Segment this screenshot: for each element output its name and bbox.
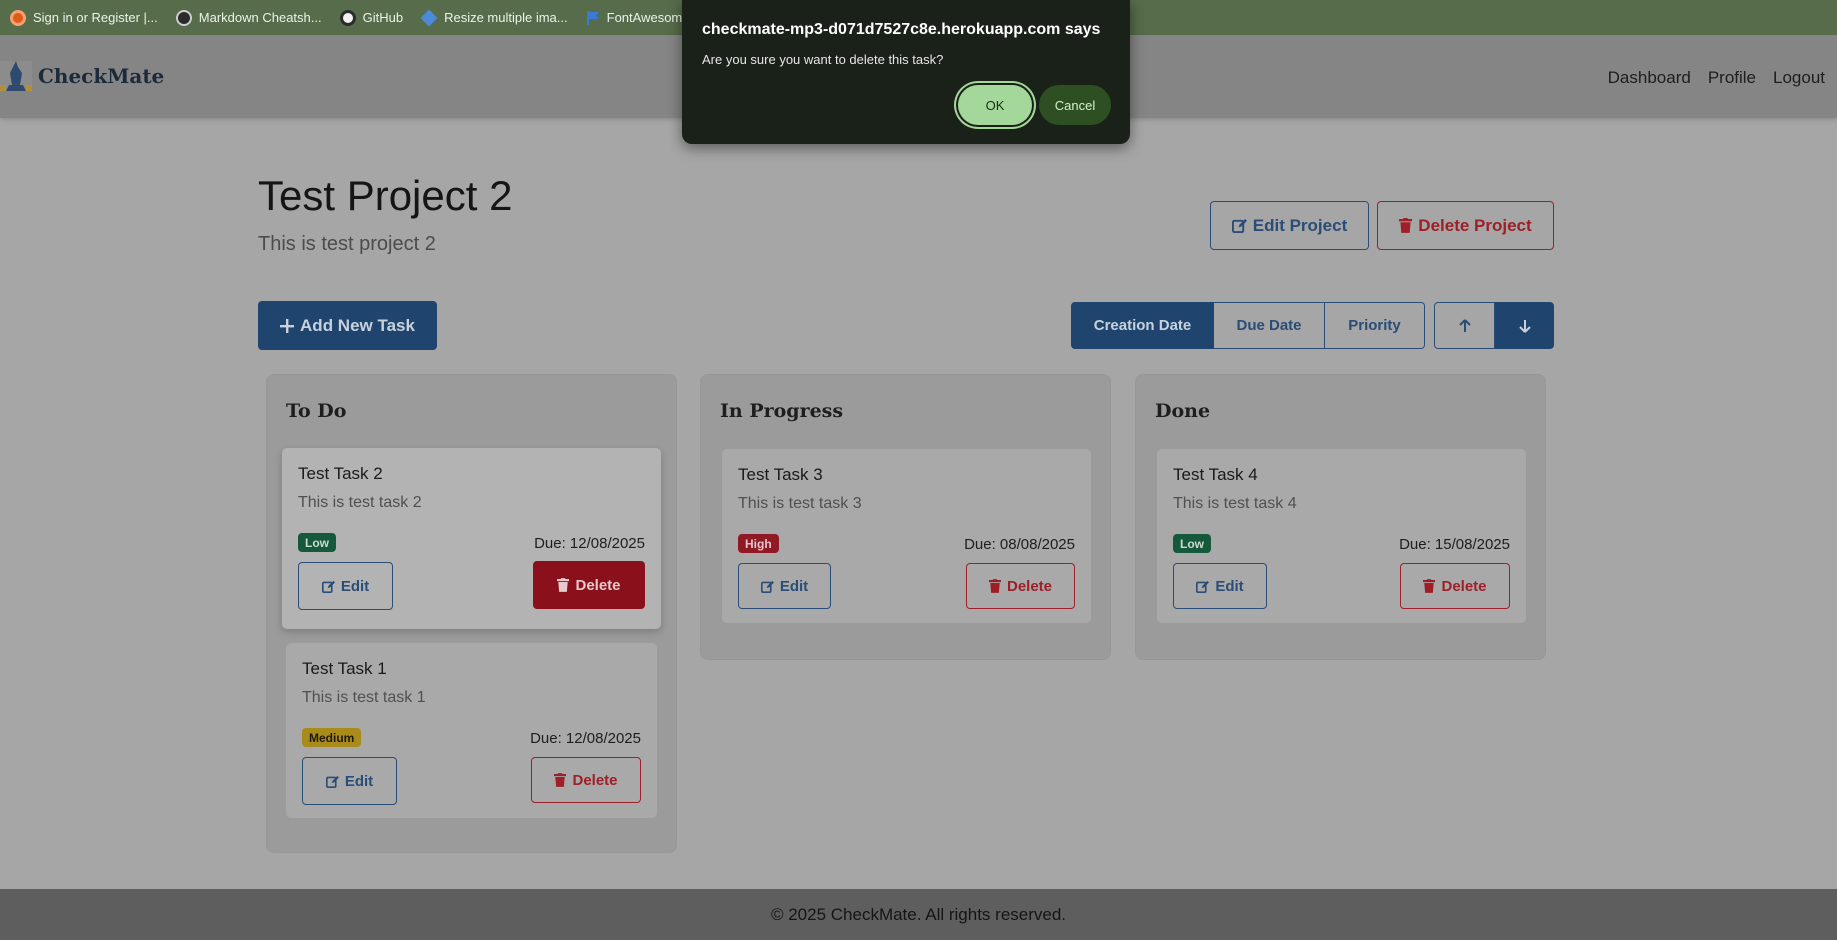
nav-profile-link[interactable]: Profile xyxy=(1708,68,1756,88)
task-card[interactable]: Test Task 2 This is test task 2 Low Due:… xyxy=(282,448,661,629)
priority-badge: Low xyxy=(298,533,336,552)
flag-blue-icon xyxy=(586,10,600,26)
footer: © 2025 CheckMate. All rights reserved. xyxy=(0,889,1837,940)
task-due-date: Due: 12/08/2025 xyxy=(530,730,641,747)
diamond-blue-icon xyxy=(420,9,438,26)
bookmark-item[interactable]: FontAwesome xyxy=(586,10,690,26)
footer-text: © 2025 CheckMate. All rights reserved. xyxy=(770,904,1067,924)
trash-icon xyxy=(1423,579,1436,593)
sort-creation-date-button[interactable]: Creation Date xyxy=(1071,302,1214,349)
delete-task-button[interactable]: Delete xyxy=(1400,563,1510,609)
edit-task-label: Edit xyxy=(779,577,809,595)
trash-icon xyxy=(554,773,567,787)
bookmark-label: Sign in or Register |... xyxy=(33,10,158,25)
bookmark-label: GitHub xyxy=(362,10,404,25)
delete-task-label: Delete xyxy=(1006,577,1053,595)
add-task-button[interactable]: Add New Task xyxy=(258,301,437,350)
column-title: In Progress xyxy=(720,400,844,422)
nav-links: Dashboard Profile Logout xyxy=(1608,68,1825,88)
task-description: This is test task 4 xyxy=(1173,495,1297,512)
sort-options: Creation Date Due Date Priority xyxy=(1071,302,1425,349)
brand-name: CheckMate xyxy=(38,64,165,88)
task-description: This is test task 2 xyxy=(298,494,422,511)
sort-descending-button[interactable] xyxy=(1495,302,1554,349)
sort-priority-button[interactable]: Priority xyxy=(1325,302,1425,349)
task-card[interactable]: Test Task 1 This is test task 1 Medium D… xyxy=(286,643,657,818)
edit-task-label: Edit xyxy=(1215,577,1244,595)
arrow-down-icon xyxy=(1518,319,1531,333)
bookmark-item[interactable]: Sign in or Register |... xyxy=(10,9,158,26)
delete-task-label: Delete xyxy=(1441,577,1487,595)
dialog-title: checkmate-mp3-d071d7527c8e.herokuapp.com… xyxy=(702,21,1101,38)
delete-task-label: Delete xyxy=(572,771,618,789)
edit-icon xyxy=(1196,580,1210,593)
edit-icon xyxy=(1231,218,1247,233)
priority-badge: High xyxy=(738,534,779,553)
column-title: Done xyxy=(1155,400,1211,422)
edit-task-button[interactable]: Edit xyxy=(298,562,393,610)
nav-logout-link[interactable]: Logout xyxy=(1773,68,1825,88)
priority-badge: Low xyxy=(1173,534,1211,553)
task-description: This is test task 3 xyxy=(738,495,862,512)
column-done: Done Test Task 4 This is test task 4 Low… xyxy=(1135,374,1546,660)
sort-ascending-button[interactable] xyxy=(1434,302,1495,349)
dialog-ok-button[interactable]: OK xyxy=(958,85,1032,125)
delete-project-label: Delete Project xyxy=(1418,215,1532,235)
edit-icon xyxy=(325,775,339,788)
github-icon xyxy=(175,9,192,26)
delete-task-button[interactable]: Delete xyxy=(531,757,641,803)
delete-task-button[interactable]: Delete xyxy=(533,561,645,609)
delete-task-button[interactable]: Delete xyxy=(966,563,1075,609)
task-due-date: Due: 08/08/2025 xyxy=(964,536,1075,553)
trash-icon xyxy=(557,578,570,592)
task-title: Test Task 2 xyxy=(298,464,383,483)
edit-icon xyxy=(321,580,335,593)
priority-badge: Medium xyxy=(302,728,362,747)
edit-task-button[interactable]: Edit xyxy=(302,757,397,805)
bookmark-item[interactable]: GitHub xyxy=(339,9,404,26)
trash-icon xyxy=(1399,218,1413,233)
plus-icon xyxy=(280,318,295,333)
github-icon xyxy=(339,9,356,26)
bookmark-label: Markdown Cheatsh... xyxy=(198,10,322,25)
confirm-dialog: checkmate-mp3-d071d7527c8e.herokuapp.com… xyxy=(682,0,1130,144)
circle-orange-icon xyxy=(10,9,26,26)
dialog-message: Are you sure you want to delete this tas… xyxy=(702,52,944,67)
column-todo: To Do Test Task 2 This is test task 2 Lo… xyxy=(266,374,677,853)
arrow-up-icon xyxy=(1458,318,1471,333)
project-description: This is test project 2 xyxy=(258,233,436,255)
task-title: Test Task 3 xyxy=(738,465,823,484)
trash-icon xyxy=(988,579,1001,593)
bookmark-label: FontAwesome xyxy=(606,10,690,25)
checkmate-logo-icon xyxy=(0,55,32,97)
column-title: To Do xyxy=(286,400,347,422)
bookmark-label: Resize multiple ima... xyxy=(444,10,568,25)
edit-task-label: Edit xyxy=(340,577,370,595)
edit-icon xyxy=(760,580,774,593)
edit-project-button[interactable]: Edit Project xyxy=(1210,201,1369,250)
dialog-cancel-button[interactable]: Cancel xyxy=(1039,85,1111,125)
delete-project-button[interactable]: Delete Project xyxy=(1377,201,1554,250)
add-task-label: Add New Task xyxy=(300,315,415,335)
edit-task-button[interactable]: Edit xyxy=(1173,563,1267,609)
column-in-progress: In Progress Test Task 3 This is test tas… xyxy=(700,374,1111,660)
bookmark-item[interactable]: Markdown Cheatsh... xyxy=(175,9,322,26)
task-card[interactable]: Test Task 3 This is test task 3 High Due… xyxy=(722,449,1091,623)
nav-dashboard-link[interactable]: Dashboard xyxy=(1608,68,1691,88)
task-title: Test Task 1 xyxy=(302,659,387,678)
task-card[interactable]: Test Task 4 This is test task 4 Low Due:… xyxy=(1157,449,1526,623)
edit-task-button[interactable]: Edit xyxy=(738,563,831,609)
task-due-date: Due: 12/08/2025 xyxy=(534,535,645,552)
task-title: Test Task 4 xyxy=(1173,465,1258,484)
sort-direction xyxy=(1434,302,1554,349)
edit-project-label: Edit Project xyxy=(1252,215,1348,235)
sort-due-date-button[interactable]: Due Date xyxy=(1214,302,1325,349)
delete-task-label: Delete xyxy=(575,576,621,594)
edit-task-label: Edit xyxy=(344,772,374,790)
task-description: This is test task 1 xyxy=(302,689,426,706)
brand[interactable]: CheckMate xyxy=(0,55,164,97)
project-title: Test Project 2 xyxy=(258,172,513,219)
bookmark-item[interactable]: Resize multiple ima... xyxy=(420,9,568,26)
task-due-date: Due: 15/08/2025 xyxy=(1399,536,1510,553)
